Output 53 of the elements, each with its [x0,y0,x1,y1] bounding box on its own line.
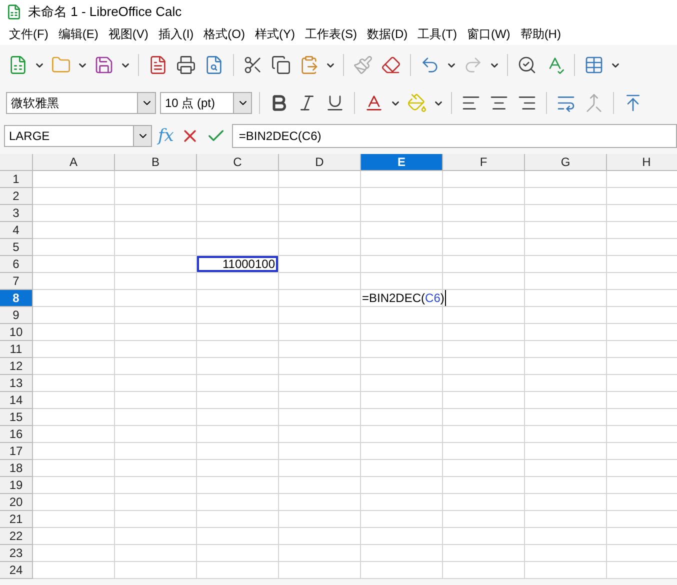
row-header[interactable]: 7 [0,273,33,290]
column-header[interactable]: D [279,154,361,171]
font-name-field[interactable]: 微软雅黑 [6,92,156,114]
menu-item[interactable]: 工具(T) [412,26,462,42]
column-header[interactable]: E [361,154,443,171]
row-header[interactable]: 21 [0,511,33,528]
menu-item[interactable]: 插入(I) [153,26,199,42]
column-header[interactable]: H [607,154,677,171]
menu-item[interactable]: 样式(Y) [250,26,300,42]
row-header[interactable]: 4 [0,222,33,239]
row-header[interactable]: 1 [0,171,33,188]
column-header[interactable]: B [115,154,197,171]
printer-icon[interactable] [174,53,198,77]
menu-item[interactable]: 帮助(H) [515,26,566,42]
row-header[interactable]: 15 [0,409,33,426]
row-header[interactable]: 13 [0,375,33,392]
row-header[interactable]: 3 [0,205,33,222]
row-header[interactable]: 16 [0,426,33,443]
formula-field[interactable]: =BIN2DEC(C6) [232,124,677,148]
row-header[interactable]: 14 [0,392,33,409]
font-size-field[interactable]: 10 点 (pt) [160,92,252,114]
row-header[interactable]: 18 [0,460,33,477]
cell-edit-text[interactable]: =BIN2DEC(C6) [361,290,446,306]
row-header[interactable]: 24 [0,562,33,579]
window-title: 未命名 1 - LibreOffice Calc [28,2,182,20]
menu-item[interactable]: 文件(F) [4,26,54,42]
copy-icon[interactable] [269,53,293,77]
menu-item[interactable]: 格式(O) [198,26,250,42]
column-header[interactable]: C [197,154,279,171]
row-header[interactable]: 11 [0,341,33,358]
column-header[interactable]: F [443,154,525,171]
name-box[interactable]: LARGE [4,125,152,147]
menu-item[interactable]: 工作表(S) [300,26,362,42]
menu-item[interactable]: 数据(D) [362,26,413,42]
column-header[interactable]: G [525,154,607,171]
row-header[interactable]: 8 [0,290,33,307]
spreadsheet-icon [6,4,22,20]
row-header[interactable]: 19 [0,477,33,494]
row-header[interactable]: 20 [0,494,33,511]
row-header[interactable]: 12 [0,358,33,375]
menu-item[interactable]: 编辑(E) [53,26,104,42]
row-header[interactable]: 23 [0,545,33,562]
row-header[interactable]: 5 [0,239,33,256]
row-header[interactable]: 6 [0,256,33,273]
row-header[interactable]: 17 [0,443,33,460]
row-header[interactable]: 2 [0,188,33,205]
column-header[interactable]: A [33,154,115,171]
menu-item[interactable]: 窗口(W) [462,26,516,42]
row-header[interactable]: 9 [0,307,33,324]
row-header[interactable]: 22 [0,528,33,545]
table-cell[interactable]: 11000100 [197,256,278,272]
row-header[interactable]: 10 [0,324,33,341]
menu-item[interactable]: 视图(V) [103,26,154,42]
